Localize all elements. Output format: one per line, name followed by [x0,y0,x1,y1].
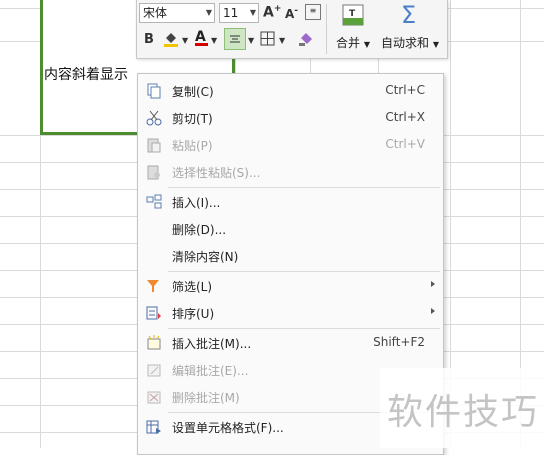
bold-button[interactable]: B [144,32,154,47]
insert-cells-icon [146,194,162,210]
merge-cells-icon[interactable]: T [342,4,364,29]
format-painter-icon[interactable]: ≡ [305,4,321,20]
merge-button[interactable]: 合并 ▼ [336,34,370,51]
scissors-icon [146,110,162,126]
clear-format-icon[interactable] [297,31,315,50]
delete-comment-icon [146,389,162,405]
menu-item-delete[interactable]: 删除(D)... [138,216,443,242]
mini-toolbar: 宋体 ▼ 11 ▼ A+ A- ≡ B ▼ A ▼ ▼ ▼ T 合并 ▼ Σ 自动求… [136,0,448,59]
menu-item-insert[interactable]: 插入(I)... [138,189,443,215]
font-color-icon[interactable]: A [195,29,208,46]
format-cells-icon [146,419,162,435]
edit-comment-icon [146,362,162,378]
shrink-font-button[interactable]: A- [285,6,298,21]
paste-special-icon [146,164,162,180]
watermark-text: 软件技巧 [387,392,540,433]
submenu-arrow-icon [431,308,435,314]
filter-icon [146,278,162,294]
menu-item-paste-special[interactable]: 选择性粘贴(S)... [138,159,443,185]
autosum-button[interactable]: 自动求和 ▼ [381,34,439,51]
menu-item-filter[interactable]: 筛选(L) [138,273,443,299]
copy-icon [146,83,162,99]
cell-content: 内容斜着显示 [44,67,128,83]
border-icon[interactable] [260,31,276,50]
menu-item-cut[interactable]: 剪切(T) Ctrl+X [138,105,443,131]
submenu-arrow-icon [431,281,435,287]
menu-item-copy[interactable]: 复制(C) Ctrl+C [138,78,443,104]
autosum-icon[interactable]: Σ [401,1,416,29]
paste-icon [146,137,162,153]
comment-icon [146,335,162,351]
align-center-button[interactable] [224,28,246,50]
fill-color-icon[interactable] [163,30,179,47]
menu-item-paste[interactable]: 粘贴(P) Ctrl+V [138,132,443,158]
grow-font-button[interactable]: A+ [263,4,281,21]
menu-item-sort[interactable]: 排序(U) [138,300,443,326]
font-name-select[interactable]: 宋体 ▼ [139,3,215,23]
menu-item-insert-comment[interactable]: 插入批注(M)... Shift+F2 [138,330,443,356]
svg-text:T: T [349,9,356,19]
menu-item-clear-contents[interactable]: 清除内容(N) [138,243,443,269]
font-size-select[interactable]: 11 ▼ [219,3,259,23]
sort-icon [146,305,162,321]
